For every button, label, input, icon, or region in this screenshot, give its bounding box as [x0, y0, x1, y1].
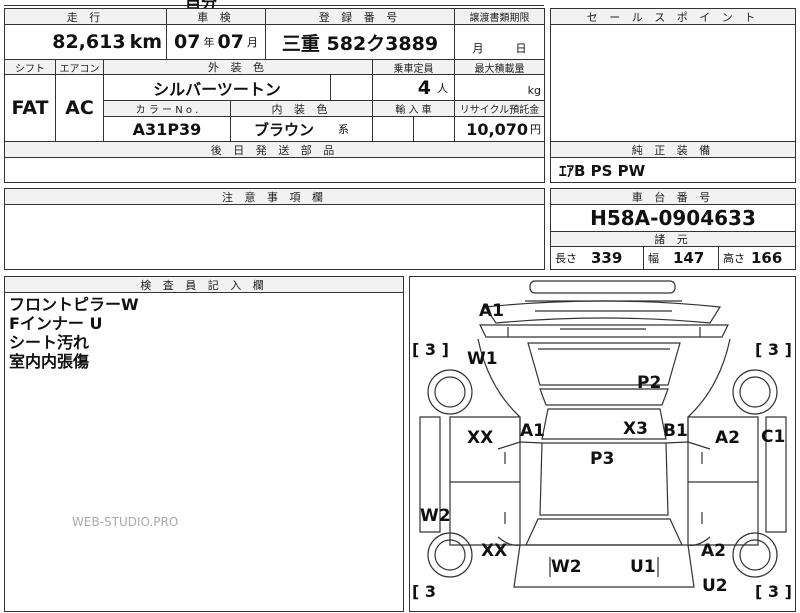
- bracket-top-left: [ 3 ]: [412, 340, 449, 359]
- exterior-color-value: シルバーツートン: [153, 79, 281, 99]
- interior-color-suffix: 系: [338, 123, 349, 136]
- registration-value: 三重 582ク3889: [281, 32, 439, 55]
- ac-cell: AC: [55, 74, 104, 142]
- mark-a2-right: A2: [715, 428, 740, 448]
- mark-x3: X3: [623, 419, 648, 439]
- shift-header: シフト: [4, 59, 56, 75]
- inspection-month: 07: [217, 31, 244, 53]
- capacity-header: 乗車定員: [372, 59, 455, 75]
- inspector-note: Fインナー U: [9, 314, 103, 333]
- color-no-value: A31P39: [132, 119, 202, 139]
- inspection-year: 07: [174, 31, 201, 53]
- max-load-header: 最大積載量: [454, 59, 545, 75]
- mark-b1: B1: [663, 421, 688, 441]
- inspector-note: 室内内張傷: [9, 352, 90, 371]
- mark-a1-front: A1: [479, 301, 504, 321]
- shift-cell: FAT: [4, 74, 56, 142]
- registration-header: 登 録 番 号: [265, 8, 455, 25]
- bracket-bottom-left: [ 3: [412, 582, 437, 601]
- mark-a2-lower: A2: [701, 541, 726, 561]
- chassis-value: H58A-0904633: [590, 206, 756, 230]
- transfer-day-unit: 日: [515, 42, 527, 55]
- import-cell-a: [372, 116, 414, 142]
- capacity-cell: 4 人: [372, 74, 455, 101]
- chassis-header: 車 台 番 号: [550, 188, 796, 205]
- ac-value: AC: [65, 97, 94, 119]
- max-load-cell: kg: [454, 74, 545, 101]
- height-value: 166: [751, 249, 783, 267]
- notes-header: 注 意 事 項 欄: [4, 188, 545, 205]
- recycle-header: リサイクル預託金: [454, 100, 545, 117]
- car-diagram: A1 W1 P2 XX A1 X3 B1 A2 C1 P3 W2 XX A2 W…: [409, 276, 796, 612]
- mileage-header: 走 行: [4, 8, 167, 25]
- mark-w2-left: W2: [420, 506, 451, 526]
- inspector-note: フロントピラーW: [9, 295, 139, 314]
- height-label: 高さ: [723, 252, 745, 265]
- color-no-cell: A31P39: [103, 116, 231, 142]
- exterior-color-cell: シルバーツートン: [103, 74, 331, 101]
- ac-header: エアコン: [55, 59, 104, 75]
- width-cell: 幅 147: [643, 246, 719, 270]
- equipment-cell: ｴｱB PS PW: [550, 157, 796, 183]
- length-cell: 長さ 339: [550, 246, 644, 270]
- recycle-value: 10,070: [466, 119, 528, 139]
- transfer-deadline-header: 譲渡書類期限: [454, 8, 545, 25]
- mileage-unit: km: [129, 31, 162, 53]
- bracket-bottom-right: [ 3 ]: [755, 582, 792, 601]
- length-label: 長さ: [555, 252, 577, 265]
- mark-xx-left: XX: [467, 428, 494, 448]
- top-partial-row: [4, 0, 544, 6]
- inspection-year-unit: 年: [203, 36, 215, 49]
- mark-w2-bottom: W2: [551, 557, 582, 577]
- mark-w1: W1: [467, 349, 498, 369]
- height-cell: 高さ 166: [718, 246, 796, 270]
- chassis-cell: H58A-0904633: [550, 204, 796, 232]
- interior-color-value: ブラウン: [253, 120, 314, 139]
- max-load-unit: kg: [527, 84, 541, 97]
- exterior-color-header: 外 装 色: [103, 59, 373, 75]
- capacity-value: 4: [417, 76, 431, 99]
- interior-color-header: 内 装 色: [230, 100, 373, 117]
- recycle-unit: 円: [530, 123, 541, 136]
- capacity-unit: 人: [437, 81, 448, 95]
- inspector-note: シート汚れ: [9, 333, 90, 352]
- width-value: 147: [673, 249, 705, 267]
- recycle-cell: 10,070 円: [454, 116, 545, 142]
- mark-xx-lower: XX: [481, 541, 508, 561]
- equipment-header: 純 正 装 備: [550, 141, 796, 158]
- transfer-month-unit: 月: [472, 42, 484, 55]
- import-header: 輸 入 車: [372, 100, 455, 117]
- watermark: WEB-STUDIO.PRO: [72, 515, 179, 529]
- mileage-cell: 82,613 km: [4, 24, 167, 60]
- exterior-color-extra: [330, 74, 373, 101]
- mark-u2: U2: [702, 576, 728, 596]
- inspection-header: 車 検: [166, 8, 266, 25]
- import-cell-b: [413, 116, 455, 142]
- length-value: 339: [591, 249, 623, 267]
- mark-p2: P2: [637, 373, 662, 393]
- mark-a1-mid: A1: [520, 421, 545, 441]
- inspector-header: 検 査 員 記 入 欄: [4, 276, 404, 293]
- mileage-value: 82,613: [52, 31, 126, 53]
- mark-c1: C1: [761, 427, 786, 447]
- inspection-month-unit: 月: [246, 36, 258, 49]
- spec-header: 諸 元: [550, 231, 796, 247]
- sales-point-header: セ ー ル ス ポ イ ン ト: [550, 8, 796, 25]
- width-label: 幅: [648, 252, 659, 265]
- notes-area: [4, 204, 545, 270]
- later-parts-cell: [4, 157, 545, 183]
- color-no-header: カ ラ ー N o .: [103, 100, 231, 117]
- sales-point-area: [550, 24, 796, 142]
- bracket-top-right: [ 3 ]: [755, 340, 792, 359]
- inspector-area: フロントピラーW Fインナー U シート汚れ 室内内張傷: [4, 292, 404, 612]
- transfer-deadline-cell: 月 日: [454, 24, 545, 60]
- mark-u1: U1: [630, 557, 656, 577]
- inspection-cell: 07 年 07 月: [166, 24, 266, 60]
- later-parts-header: 後 日 発 送 部 品: [4, 141, 545, 158]
- registration-cell: 三重 582ク3889: [265, 24, 455, 60]
- mark-p3: P3: [590, 449, 615, 469]
- equipment-value: ｴｱB PS PW: [559, 161, 646, 180]
- shift-value: FAT: [11, 97, 49, 119]
- interior-color-cell: ブラウン 系: [230, 116, 373, 142]
